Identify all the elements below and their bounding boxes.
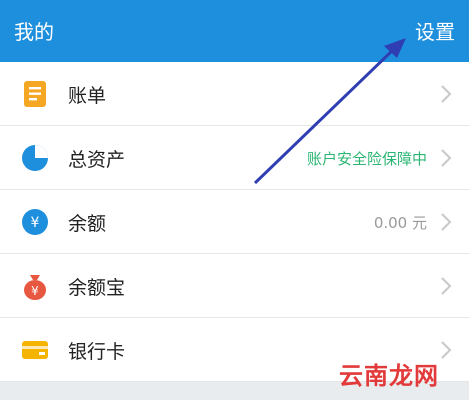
list-item-bill[interactable]: 账单 [0, 62, 469, 126]
yuan-circle-icon: ¥ [22, 209, 48, 235]
insurance-status: 账户安全险保障中 [306, 150, 427, 168]
list-item-label: 余额 [68, 213, 107, 235]
list-item-label: 银行卡 [68, 341, 126, 363]
svg-text:¥: ¥ [31, 284, 39, 298]
bank-card-icon [22, 341, 48, 359]
svg-text:¥: ¥ [31, 215, 40, 231]
chevron-right-icon [441, 277, 452, 295]
list-item-label: 总资产 [68, 149, 126, 171]
menu-list: 账单 总资产 账户安全险保障中 ¥ 余额 0.00 元 ¥ 余额宝 银行卡 [0, 62, 469, 382]
settings-button[interactable]: 设置 [415, 16, 455, 45]
chevron-right-icon [441, 85, 452, 103]
balance-value: 0.00 元 [373, 214, 427, 232]
chevron-right-icon [441, 149, 452, 167]
page-title: 我的 [14, 20, 54, 44]
money-bag-icon: ¥ [24, 275, 46, 300]
list-item-total-assets[interactable]: 总资产 账户安全险保障中 [0, 126, 469, 190]
list-item-yuebao[interactable]: ¥ 余额宝 [0, 254, 469, 318]
chevron-right-icon [441, 213, 452, 231]
chevron-right-icon [441, 341, 452, 359]
top-bar: 我的 设置 [0, 0, 469, 62]
bill-icon [24, 81, 46, 107]
list-item-balance[interactable]: ¥ 余额 0.00 元 [0, 190, 469, 254]
list-item-label: 账单 [68, 85, 107, 107]
pie-chart-icon [22, 145, 48, 171]
watermark: 云南龙网 [339, 362, 439, 390]
list-item-label: 余额宝 [68, 277, 126, 299]
